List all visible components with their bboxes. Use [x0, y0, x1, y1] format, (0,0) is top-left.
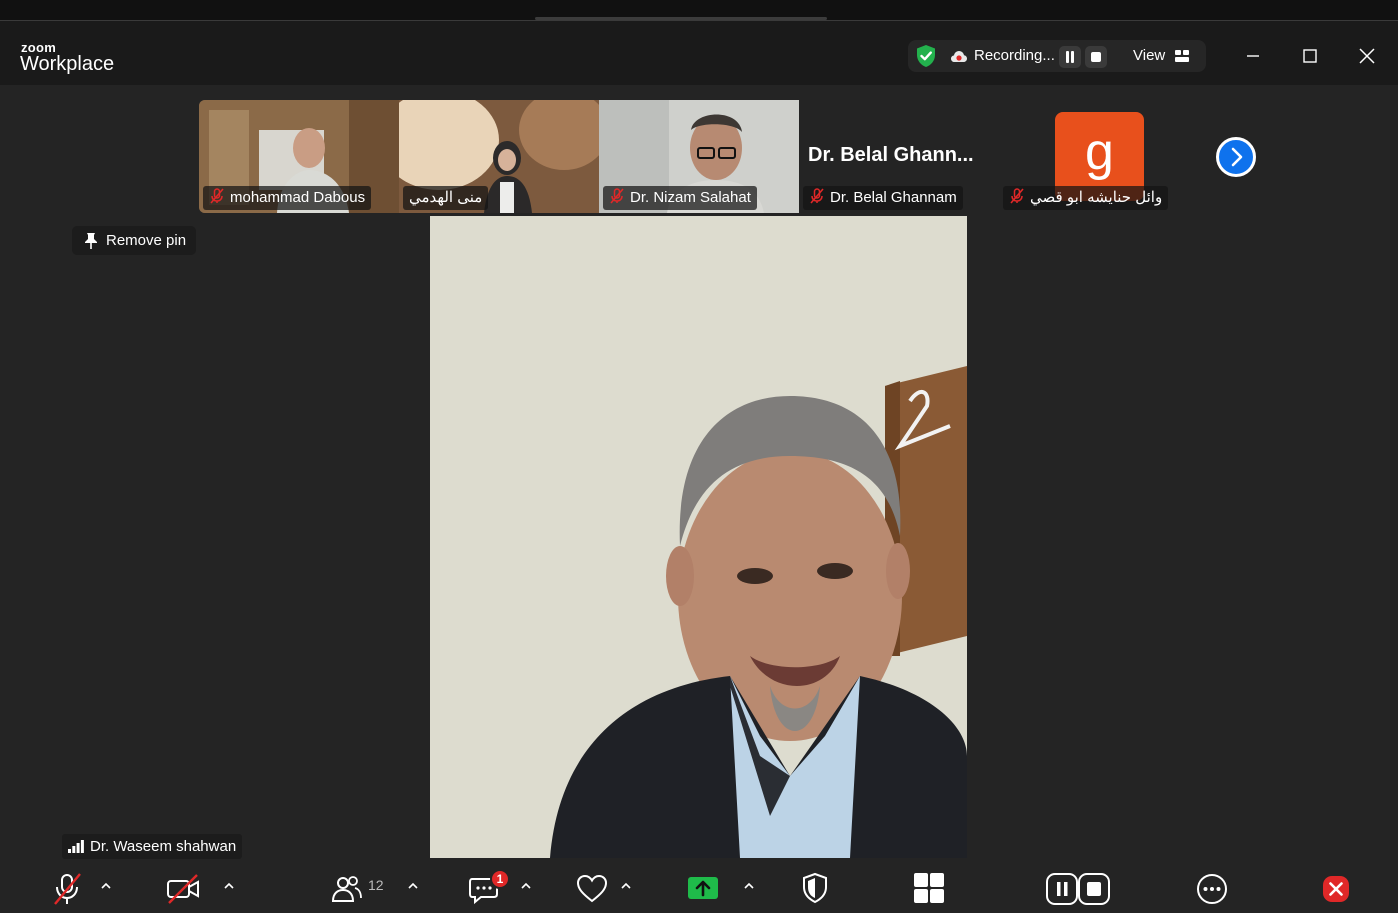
chevron-up-icon[interactable]: [743, 881, 755, 891]
view-button[interactable]: View: [1133, 47, 1165, 64]
chevron-up-icon[interactable]: [520, 881, 532, 891]
minimize-icon[interactable]: [1240, 43, 1266, 69]
breakout-rooms-button[interactable]: [912, 871, 946, 907]
video-off-icon: [167, 874, 199, 904]
participant-tile[interactable]: Dr. Belal Ghann... Dr. Belal Ghannam: [799, 100, 999, 213]
signal-strength-icon: [68, 840, 84, 853]
participant-name-label: mohammad Dabous: [203, 186, 372, 210]
participants-button[interactable]: [330, 871, 364, 907]
zoom-window: zoom Workplace Recording... View mohamma…: [0, 20, 1398, 913]
share-button[interactable]: [686, 871, 720, 907]
remove-pin-label: Remove pin: [106, 232, 187, 249]
muted-microphone-icon: [54, 873, 81, 905]
video-button[interactable]: [165, 871, 201, 907]
speaker-name-label: Dr. Waseem shahwan: [62, 834, 243, 859]
next-page-button[interactable]: [1216, 137, 1256, 177]
more-button[interactable]: [1195, 871, 1229, 907]
thumbnail-strip: mohammad Dabous منى الهدمي Dr. Nizam Sal…: [199, 100, 1199, 213]
share-screen-icon: [688, 877, 718, 899]
participants-count: 12: [368, 877, 384, 893]
grid-view-icon[interactable]: [1175, 50, 1189, 62]
meeting-toolbar: 12 1: [0, 861, 1398, 913]
host-tools-button[interactable]: [800, 871, 830, 907]
participants-icon: [331, 876, 362, 902]
heart-icon: [576, 874, 608, 903]
chevron-up-icon[interactable]: [100, 881, 112, 891]
chevron-up-icon[interactable]: [620, 881, 632, 891]
participant-tile[interactable]: Dr. Nizam Salahat: [599, 100, 799, 213]
muted-mic-icon: [610, 188, 624, 204]
pin-icon: [85, 233, 97, 249]
participant-tile[interactable]: منى الهدمي: [399, 100, 599, 213]
stop-recording-button[interactable]: [1085, 46, 1107, 68]
participant-tile[interactable]: mohammad Dabous: [199, 100, 399, 213]
muted-mic-icon: [210, 188, 224, 204]
active-speaker-video: [430, 216, 967, 858]
cloud-recording-icon: [951, 51, 967, 62]
recording-controls-button[interactable]: [1045, 871, 1111, 907]
apps-grid-icon: [914, 873, 944, 903]
stop-icon: [1091, 52, 1101, 62]
pause-recording-button[interactable]: [1059, 46, 1081, 68]
shield-check-icon[interactable]: [915, 44, 937, 68]
more-icon: [1197, 874, 1227, 904]
end-icon: [1323, 876, 1349, 902]
react-button[interactable]: [575, 871, 609, 907]
remove-pin-button[interactable]: Remove pin: [72, 226, 197, 255]
pause-stop-recording-icon: [1046, 873, 1110, 905]
participant-name: mohammad Dabous: [230, 189, 366, 206]
participant-name: منى الهدمي: [409, 189, 483, 206]
participant-name-label: منى الهدمي: [403, 186, 489, 210]
maximize-icon[interactable]: [1297, 43, 1323, 69]
title-bar: zoom Workplace Recording... View: [0, 21, 1398, 85]
participant-name: وائل حنايشه ابو قصي: [1030, 189, 1163, 206]
close-icon[interactable]: [1354, 43, 1380, 69]
participant-name-label: Dr. Belal Ghannam: [803, 186, 963, 210]
participant-name-label: Dr. Nizam Salahat: [603, 186, 757, 210]
shield-icon: [803, 872, 827, 904]
chat-unread-badge: 1: [490, 869, 510, 889]
muted-mic-icon: [1010, 188, 1024, 204]
window-top-edge: [0, 0, 1398, 20]
chevron-up-icon[interactable]: [407, 881, 419, 891]
audio-button[interactable]: [50, 871, 84, 907]
speaker-video-frame: [430, 216, 967, 858]
end-meeting-button[interactable]: [1319, 871, 1353, 907]
speaker-name: Dr. Waseem shahwan: [90, 838, 237, 855]
recording-label: Recording...: [974, 47, 1055, 64]
participant-name-label: وائل حنايشه ابو قصي: [1003, 186, 1169, 210]
participant-tile[interactable]: g وائل حنايشه ابو قصي: [999, 100, 1199, 213]
chevron-up-icon[interactable]: [223, 881, 235, 891]
participant-name: Dr. Belal Ghannam: [830, 189, 957, 206]
muted-mic-icon: [810, 188, 824, 204]
brand-workplace: Workplace: [20, 53, 115, 75]
participant-big-name: Dr. Belal Ghann...: [808, 144, 974, 166]
chevron-right-icon: [1231, 147, 1243, 167]
participant-name: Dr. Nizam Salahat: [630, 189, 751, 206]
